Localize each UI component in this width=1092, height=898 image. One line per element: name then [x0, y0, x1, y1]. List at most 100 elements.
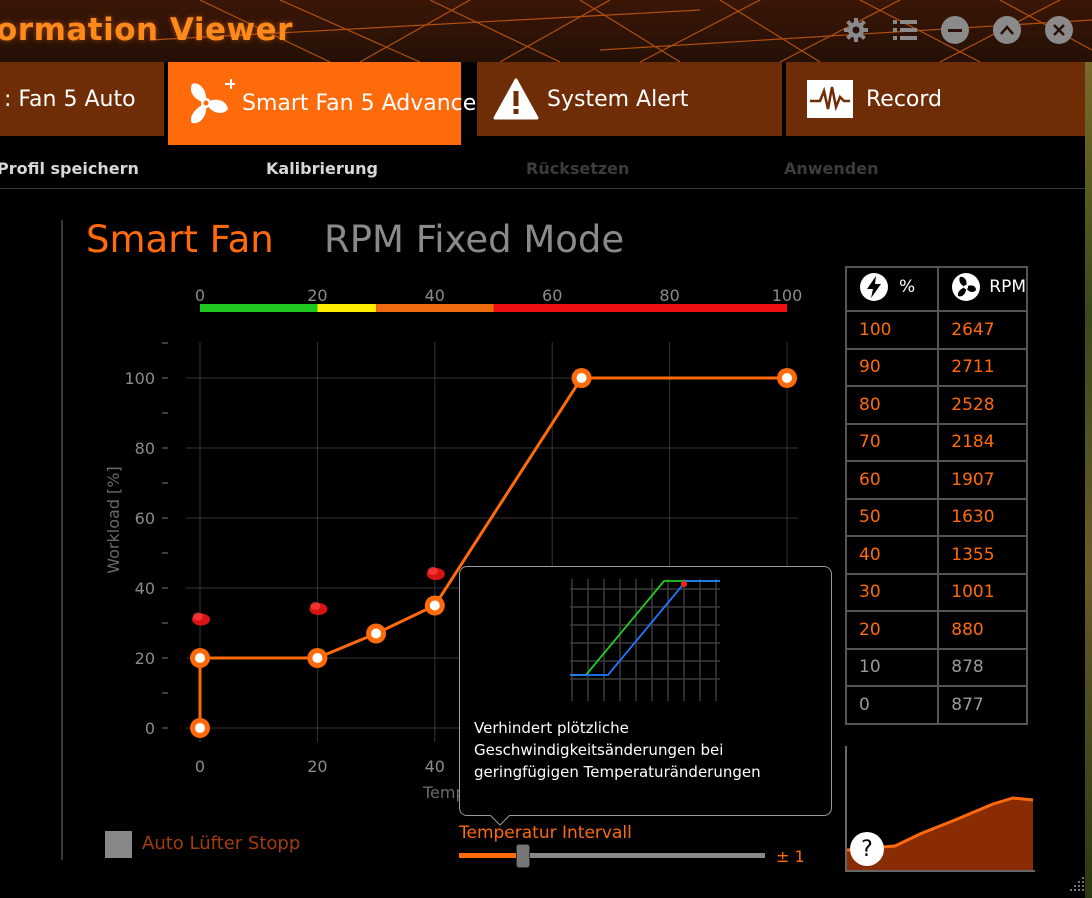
interval-slider[interactable] [459, 853, 765, 858]
tab-label: Record [866, 86, 943, 112]
table-row: 40 1355 [844, 535, 1028, 575]
percent-cell: 90 [844, 347, 940, 387]
tab-bar: : Fan 5 Auto Smart Fan 5 Advanced System… [0, 62, 1092, 145]
title-bar: ormation Viewer [0, 0, 1092, 62]
rpm-header: RPM [937, 266, 1028, 312]
rpm-cell: 2711 [937, 347, 1028, 387]
rpm-cell: 880 [937, 610, 1028, 650]
percent-cell: 20 [844, 610, 940, 650]
tab-label: : Fan 5 Auto [4, 86, 136, 112]
table-row: 100 2647 [844, 310, 1028, 350]
table-row: 80 2528 [844, 385, 1028, 425]
table-row: 20 880 [844, 610, 1028, 650]
help-button[interactable]: ? [850, 832, 884, 866]
auto-stop-label: Auto Lüfter Stopp [142, 833, 301, 854]
tooltip-text: Verhindert plötzliche Geschwindigkeitsän… [474, 719, 761, 781]
calibrate-button[interactable]: Kalibrierung [266, 159, 378, 178]
tab-record[interactable]: Record [786, 62, 1092, 136]
percent-cell: 60 [844, 460, 940, 500]
percent-cell: 40 [844, 535, 940, 575]
hysteresis-illustration [570, 579, 720, 701]
fan-plus-icon [178, 75, 236, 133]
x-tick-label: 40 [425, 757, 445, 776]
y-tick-label: 20 [135, 649, 155, 668]
temperature-marker-glow [427, 567, 438, 575]
x-tick-label: 0 [195, 757, 205, 776]
tab-system-alert[interactable]: System Alert [477, 62, 784, 136]
percent-cell: 100 [844, 310, 940, 350]
y-tick-label: 60 [135, 509, 155, 528]
curve-point-center [195, 653, 205, 663]
curve-point-center [312, 653, 323, 663]
interval-slider-fill [459, 853, 524, 858]
auto-stop-checkbox[interactable] [105, 831, 132, 858]
percent-cell: 30 [844, 572, 940, 612]
tab-label: Smart Fan 5 Advanced [242, 91, 491, 116]
rpm-cell: 2528 [937, 385, 1028, 425]
maximize-icon[interactable] [992, 15, 1022, 45]
temperature-scale-segment [376, 304, 494, 312]
curve-point-center [576, 373, 587, 383]
interval-slider-thumb[interactable] [516, 844, 531, 868]
table-row: 90 2711 [844, 347, 1028, 387]
tab-smart-fan-auto[interactable]: : Fan 5 Auto [0, 62, 166, 136]
table-row: 0 877 [844, 685, 1028, 725]
apply-button[interactable]: Anwenden [784, 159, 879, 178]
scale-tick-label: 0 [195, 286, 205, 305]
rpm-header-label: RPM [989, 276, 1026, 297]
y-tick-label: 80 [135, 439, 155, 458]
temperature-marker-glow [193, 612, 203, 621]
y-tick-label: 40 [135, 579, 155, 598]
percent-header: % [844, 266, 940, 312]
y-tick-label: 0 [145, 719, 155, 738]
temperature-scale-segment [200, 304, 318, 312]
y-axis-label: Workload [%] [104, 466, 123, 573]
tab-label: System Alert [547, 86, 689, 112]
pulse-icon [806, 79, 854, 119]
scale-tick-label: 60 [542, 286, 562, 305]
rpm-cell: 1630 [937, 497, 1028, 537]
temperature-scale-segment [493, 304, 787, 312]
interval-value: ± 1 [776, 847, 805, 866]
table-row: 30 1001 [844, 572, 1028, 612]
x-tick-label: 20 [307, 757, 327, 776]
scale-tick-label: 40 [425, 286, 445, 305]
toolbar: Profil speichern Kalibrierung Rücksetzen… [0, 149, 1092, 189]
scale-tick-label: 80 [659, 286, 679, 305]
minimize-icon[interactable] [940, 15, 970, 45]
rpm-cell: 2184 [937, 422, 1028, 462]
warning-icon [493, 78, 539, 120]
close-icon[interactable] [1044, 15, 1074, 45]
reset-button[interactable]: Rücksetzen [526, 159, 629, 178]
fan-icon [952, 272, 981, 301]
curve-point-center [782, 373, 792, 383]
temperature-scale-segment [317, 304, 377, 312]
curve-point-center [195, 723, 205, 733]
list-icon[interactable] [890, 15, 920, 45]
table-row: 60 1907 [844, 460, 1028, 500]
gear-icon[interactable] [841, 15, 871, 45]
tooltip: Verhindert plötzliche Geschwindigkeitsän… [459, 566, 832, 826]
table-row: 70 2184 [844, 422, 1028, 462]
curve-point-center [429, 600, 440, 611]
rpm-cell: 2647 [937, 310, 1028, 350]
percent-header-label: % [899, 276, 916, 297]
rpm-cell: 878 [937, 647, 1028, 687]
save-profile-button[interactable]: Profil speichern [0, 159, 139, 178]
percent-cell: 80 [844, 385, 940, 425]
rpm-cell: 877 [937, 685, 1028, 725]
table-row: 50 1630 [844, 497, 1028, 537]
table-row: 10 878 [844, 647, 1028, 687]
lightning-icon [860, 272, 888, 301]
percent-cell: 50 [844, 497, 940, 537]
temperature-marker-glow [310, 602, 321, 610]
percent-cell: 10 [844, 647, 940, 687]
scale-tick-label: 20 [307, 286, 327, 305]
percent-cell: 0 [844, 685, 940, 725]
resize-grip[interactable] [1066, 873, 1086, 893]
curve-point-center [371, 628, 382, 639]
main-panel: Smart Fan RPM Fixed Mode 0 20 40 60 80 100 02… [0, 190, 1092, 898]
tab-smart-fan-advanced[interactable]: Smart Fan 5 Advanced [168, 62, 490, 145]
rpm-table: % RPM 100 2647 90 2711 80 2528 70 2184 6… [844, 266, 1028, 725]
app-title: ormation Viewer [0, 12, 293, 48]
